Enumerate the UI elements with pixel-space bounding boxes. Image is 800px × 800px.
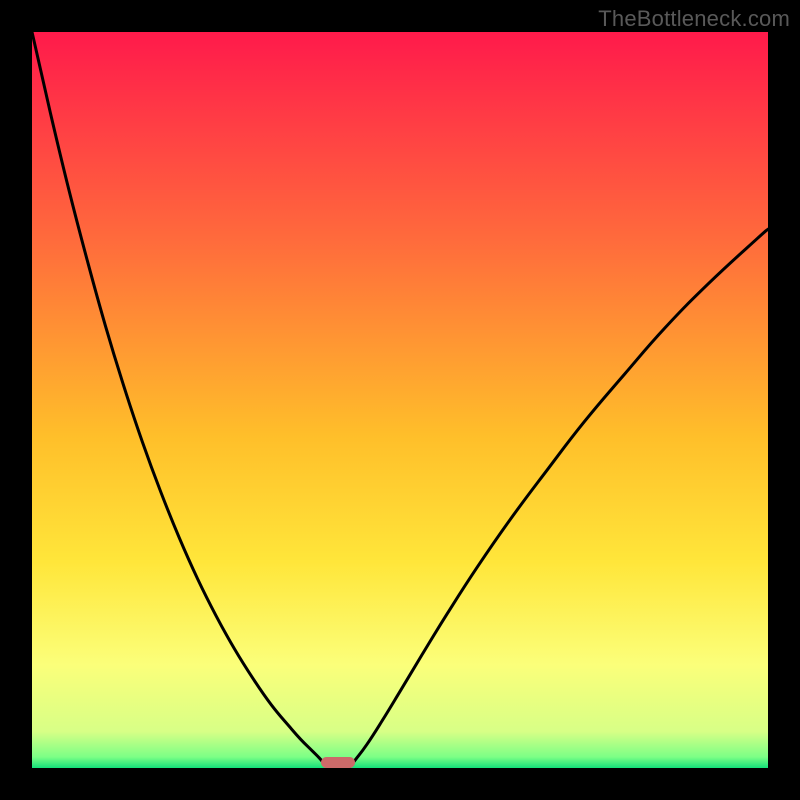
right-curve bbox=[348, 229, 768, 768]
bottleneck-marker bbox=[321, 757, 355, 768]
watermark-text: TheBottleneck.com bbox=[598, 6, 790, 32]
curve-layer bbox=[32, 32, 768, 768]
left-curve bbox=[32, 32, 329, 768]
plot-area bbox=[32, 32, 768, 768]
chart-frame: TheBottleneck.com bbox=[0, 0, 800, 800]
